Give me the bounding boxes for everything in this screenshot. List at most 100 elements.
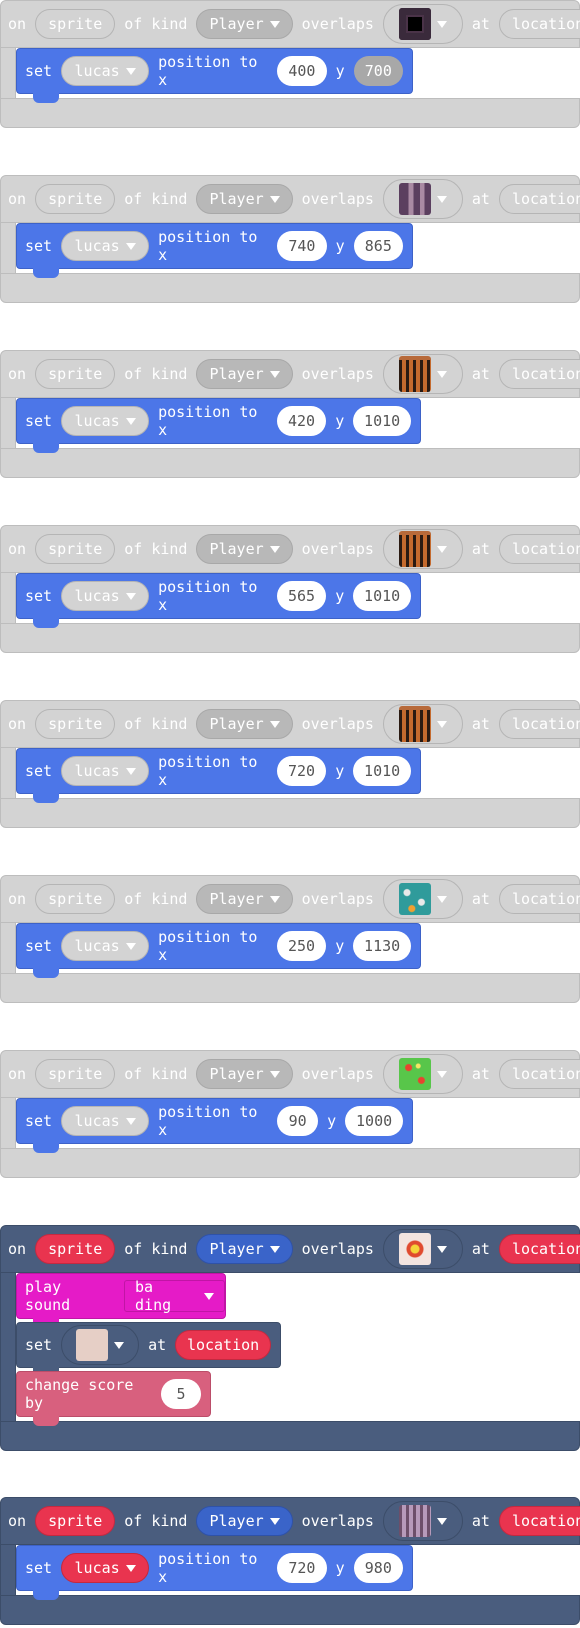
x-input[interactable]: 420: [276, 406, 327, 436]
overlap-event-2[interactable]: on sprite of kind Player overlaps at loc…: [0, 175, 580, 305]
sprite-param[interactable]: sprite: [35, 1059, 116, 1089]
sprite-var-dropdown[interactable]: lucas: [61, 756, 150, 786]
tile-picker[interactable]: [382, 354, 463, 394]
sprite-param[interactable]: sprite: [35, 709, 116, 739]
overlap-event-5[interactable]: on sprite of kind Player overlaps at loc…: [0, 700, 580, 830]
set-label: set: [25, 1336, 53, 1354]
set-position-block[interactable]: set lucas position to x 90 y 1000: [16, 1098, 413, 1153]
y-input[interactable]: 1010: [353, 406, 411, 436]
kind-dropdown[interactable]: Player: [196, 9, 293, 39]
overlap-event-3[interactable]: on sprite of kind Player overlaps at loc…: [0, 350, 580, 480]
sprite-param[interactable]: sprite: [35, 884, 116, 914]
kind-dropdown[interactable]: Player: [196, 1059, 293, 1089]
set-position-block[interactable]: set lucas position to x 720 y 1010: [16, 748, 421, 803]
set-position-block[interactable]: set lucas position to x 400 y 700: [16, 48, 413, 103]
y-input[interactable]: 1010: [353, 756, 411, 786]
teal-flower-tile-icon: [398, 883, 431, 915]
set-position-block[interactable]: set lucas position to x 250 y 1130: [16, 923, 421, 978]
y-input[interactable]: 700: [353, 56, 404, 86]
kind-dropdown[interactable]: Player: [196, 359, 293, 389]
kind-dropdown[interactable]: Player: [196, 1234, 293, 1264]
y-label: y: [335, 587, 345, 605]
set-position-block[interactable]: set lucas position to x 720 y 980: [16, 1545, 413, 1600]
tile-picker[interactable]: [61, 1325, 140, 1365]
tile-picker[interactable]: [382, 1229, 463, 1269]
set-tile-block[interactable]: set at location: [16, 1322, 281, 1377]
tile-picker[interactable]: [382, 4, 463, 44]
set-label: set: [25, 762, 53, 780]
y-input[interactable]: 1000: [345, 1106, 404, 1136]
y-input[interactable]: 1010: [353, 581, 411, 611]
tile-picker[interactable]: [382, 704, 463, 744]
location-param[interactable]: location: [498, 1059, 580, 1089]
sprite-var-dropdown[interactable]: lucas: [61, 931, 150, 961]
sprite-var-dropdown[interactable]: lucas: [61, 231, 150, 261]
location-param[interactable]: location: [498, 359, 580, 389]
sprite-param[interactable]: sprite: [35, 534, 116, 564]
sprite-var-dropdown[interactable]: lucas: [61, 56, 150, 86]
overlaps-label: overlaps: [301, 890, 374, 908]
y-label: y: [335, 937, 345, 955]
gate-tile-icon: [398, 356, 431, 392]
kind-dropdown[interactable]: Player: [196, 884, 293, 914]
location-param[interactable]: location: [498, 709, 580, 739]
kind-dropdown[interactable]: Player: [196, 534, 293, 564]
kind-dropdown[interactable]: Player: [196, 184, 293, 214]
location-param[interactable]: location: [498, 184, 580, 214]
sprite-param[interactable]: sprite: [35, 9, 116, 39]
tile-picker[interactable]: [382, 1501, 463, 1541]
sprite-param[interactable]: sprite: [35, 1506, 116, 1536]
tile-picker[interactable]: [382, 1054, 463, 1094]
overlap-event-7[interactable]: on sprite of kind Player overlaps at loc…: [0, 1050, 580, 1180]
dropdown-caret-icon: [436, 895, 447, 903]
x-input[interactable]: 720: [277, 1553, 327, 1583]
overlap-event-6[interactable]: on sprite of kind Player overlaps at loc…: [0, 875, 580, 1005]
sprite-var-value: lucas: [74, 762, 120, 780]
sprite-param[interactable]: sprite: [35, 359, 116, 389]
event-stem: [0, 573, 16, 623]
y-input[interactable]: 865: [353, 231, 404, 261]
location-param[interactable]: location: [175, 1330, 271, 1360]
set-position-block[interactable]: set lucas position to x 740 y 865: [16, 223, 413, 278]
change-score-block[interactable]: change score by 5: [16, 1371, 211, 1426]
overlap-event-4[interactable]: on sprite of kind Player overlaps at loc…: [0, 525, 580, 655]
sprite-param[interactable]: sprite: [35, 184, 116, 214]
at-label: at: [471, 1512, 490, 1530]
x-input[interactable]: 400: [277, 56, 327, 86]
sprite-param[interactable]: sprite: [35, 1234, 116, 1264]
set-position-block[interactable]: set lucas position to x 420 y 1010: [16, 398, 421, 453]
x-input[interactable]: 90: [277, 1106, 319, 1136]
overlap-event-1[interactable]: on sprite of kind Player overlaps at loc…: [0, 0, 580, 130]
x-input[interactable]: 720: [276, 756, 327, 786]
location-param[interactable]: location: [498, 9, 580, 39]
x-input[interactable]: 740: [277, 231, 327, 261]
y-input[interactable]: 980: [353, 1553, 404, 1583]
play-sound-block[interactable]: play sound ba ding: [16, 1273, 226, 1328]
location-param[interactable]: location: [498, 534, 580, 564]
location-param[interactable]: location: [498, 1234, 580, 1264]
event-footer: [0, 98, 580, 128]
sprite-var-dropdown[interactable]: lucas: [61, 581, 150, 611]
x-input[interactable]: 565: [276, 581, 327, 611]
sprite-var-dropdown[interactable]: lucas: [61, 1106, 150, 1136]
kind-dropdown[interactable]: Player: [196, 1506, 293, 1536]
y-input[interactable]: 1130: [353, 931, 411, 961]
tile-picker[interactable]: [382, 879, 463, 919]
location-param[interactable]: location: [498, 884, 580, 914]
sprite-var-dropdown[interactable]: lucas: [61, 1553, 150, 1583]
kind-dropdown[interactable]: Player: [196, 709, 293, 739]
sound-dropdown[interactable]: ba ding: [124, 1278, 225, 1314]
tile-picker[interactable]: [382, 529, 463, 569]
set-label: set: [25, 1559, 53, 1577]
overlap-event-9[interactable]: on sprite of kind Player overlaps at loc…: [0, 1497, 580, 1627]
location-param[interactable]: location: [498, 1506, 580, 1536]
kind-value: Player: [209, 365, 264, 383]
dark-tile-icon: [398, 8, 431, 40]
overlap-event-8[interactable]: on sprite of kind Player overlaps at loc…: [0, 1225, 580, 1453]
dropdown-caret-icon: [269, 370, 280, 378]
score-input[interactable]: 5: [161, 1379, 201, 1409]
tile-picker[interactable]: [382, 179, 463, 219]
x-input[interactable]: 250: [276, 931, 327, 961]
sprite-var-dropdown[interactable]: lucas: [61, 406, 150, 436]
set-position-block[interactable]: set lucas position to x 565 y 1010: [16, 573, 421, 628]
